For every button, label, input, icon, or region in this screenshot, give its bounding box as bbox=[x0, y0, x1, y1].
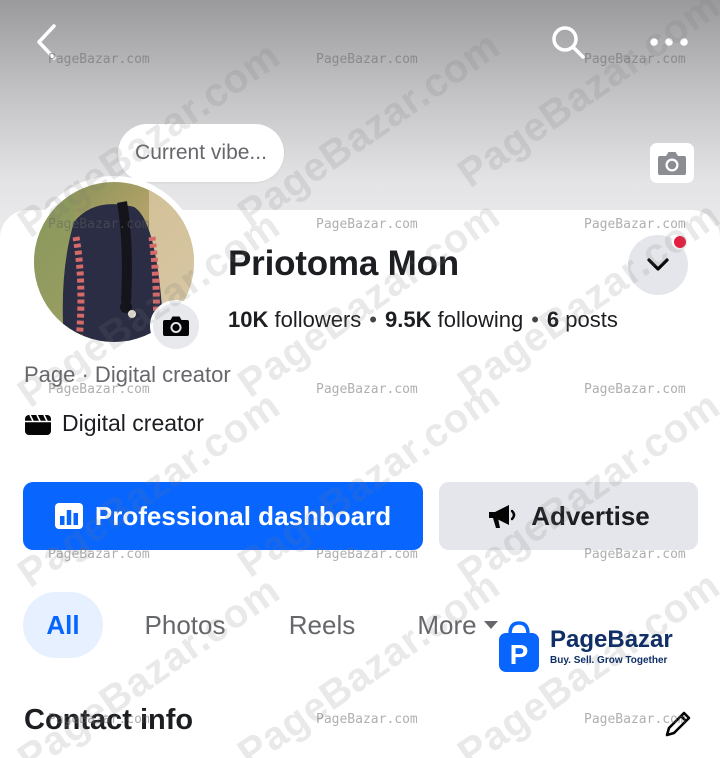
posts-label: posts bbox=[565, 307, 618, 332]
status-note-bubble[interactable]: Current vibe... bbox=[118, 124, 284, 182]
notification-dot bbox=[672, 234, 688, 250]
professional-dashboard-button[interactable]: Professional dashboard bbox=[23, 482, 423, 550]
more-options-button[interactable] bbox=[646, 22, 692, 62]
professional-dashboard-label: Professional dashboard bbox=[94, 500, 392, 531]
advertise-button[interactable]: Advertise bbox=[439, 482, 698, 550]
followers-label: followers bbox=[274, 307, 362, 332]
tab-more[interactable]: More bbox=[408, 592, 508, 658]
caret-down-icon bbox=[483, 621, 498, 629]
tab-all[interactable]: All bbox=[23, 592, 103, 658]
followers-count: 10K bbox=[228, 307, 269, 332]
stats-separator: • bbox=[531, 307, 539, 332]
chevron-down-icon bbox=[647, 258, 669, 271]
tab-label: Reels bbox=[288, 609, 356, 640]
tab-photos[interactable]: Photos bbox=[130, 592, 240, 658]
stats-separator: • bbox=[369, 307, 377, 332]
page-category: Page · Digital creator bbox=[24, 362, 231, 387]
following-label: following bbox=[437, 307, 524, 332]
tab-reels[interactable]: Reels bbox=[276, 592, 368, 658]
posts-stat[interactable]: 6 posts bbox=[547, 307, 618, 332]
tab-label: All bbox=[46, 609, 80, 640]
camera-icon bbox=[658, 152, 686, 175]
edit-avatar-button[interactable] bbox=[150, 300, 202, 352]
contact-info-heading: Contact info bbox=[24, 704, 194, 736]
camera-icon bbox=[163, 316, 189, 336]
edit-contact-info-button[interactable] bbox=[658, 704, 698, 744]
tab-label: More bbox=[417, 609, 477, 640]
more-horizontal-icon bbox=[650, 38, 688, 46]
creator-label: Digital creator bbox=[62, 410, 204, 436]
search-button[interactable] bbox=[546, 20, 590, 64]
profile-name: Priotoma Mon bbox=[228, 244, 459, 283]
back-button[interactable] bbox=[24, 20, 68, 64]
posts-count: 6 bbox=[546, 307, 560, 332]
creator-category-row: Digital creator bbox=[24, 410, 204, 437]
edit-cover-button[interactable] bbox=[650, 143, 694, 183]
following-stat[interactable]: 9.5K following bbox=[385, 307, 523, 332]
video-clapper-icon bbox=[25, 414, 51, 435]
status-note-text: Current vibe... bbox=[135, 141, 267, 164]
following-count: 9.5K bbox=[385, 307, 432, 332]
megaphone-icon bbox=[489, 505, 516, 528]
pencil-icon bbox=[665, 711, 691, 737]
bar-chart-icon bbox=[54, 503, 83, 529]
followers-stat[interactable]: 10K followers bbox=[228, 307, 361, 332]
profile-stats: 10K followers • 9.5K following • 6 posts bbox=[228, 307, 618, 333]
search-icon bbox=[552, 26, 585, 59]
advertise-label: Advertise bbox=[531, 500, 650, 531]
chevron-left-icon bbox=[37, 24, 56, 60]
tab-label: Photos bbox=[144, 609, 226, 640]
